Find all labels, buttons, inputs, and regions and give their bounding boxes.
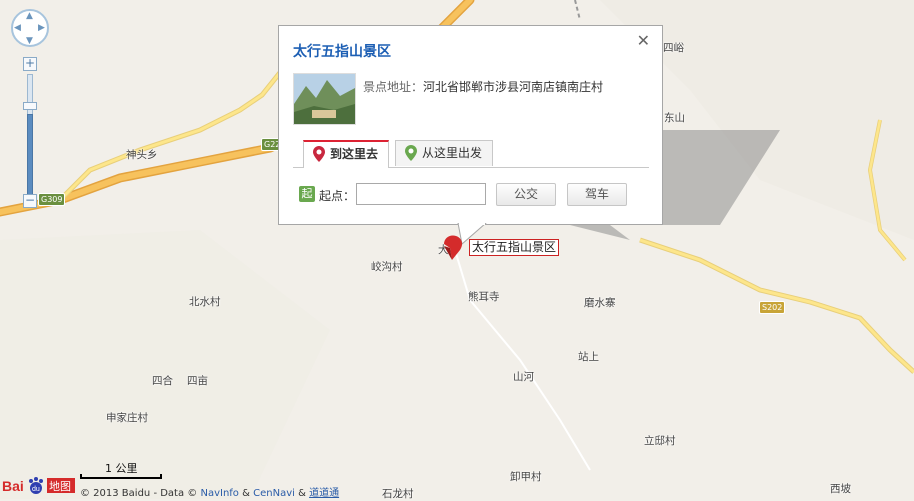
close-icon[interactable]: ✕ xyxy=(637,33,650,49)
place-label: 东山 xyxy=(664,112,685,124)
place-label: 峧沟村 xyxy=(371,261,403,273)
scale-bar: 1 公里 xyxy=(80,460,163,480)
copyright-notice: © 2013 Baidu - Data © NavInfo & CenNavi … xyxy=(80,484,339,499)
tab-depart-from-here[interactable]: 从这里出发 xyxy=(395,140,494,166)
svg-text:Bai: Bai xyxy=(2,478,24,494)
road-shield-g309: G309 xyxy=(38,193,66,206)
map-pin-icon xyxy=(405,145,417,161)
address-value: 河北省邯郸市涉县河南店镇南庄村 xyxy=(423,80,604,94)
place-label: 山河 xyxy=(513,371,534,383)
address-line: 景点地址：河北省邯郸市涉县河南店镇南庄村 xyxy=(363,78,603,95)
place-label: 立邸村 xyxy=(644,435,676,447)
tab-label: 从这里出发 xyxy=(422,146,483,160)
address-key: 景点地址： xyxy=(363,80,424,94)
svg-text:du: du xyxy=(32,486,40,493)
place-label: 卸甲村 xyxy=(510,471,542,483)
place-label: 四亩 xyxy=(187,375,208,387)
start-badge: 起 xyxy=(299,186,315,202)
place-label: 西坡 xyxy=(830,483,851,495)
zoom-slider-thumb[interactable] xyxy=(23,102,37,110)
scenic-photo xyxy=(293,73,356,125)
road-shield-s202: S202 xyxy=(759,301,786,314)
daodaotong-link[interactable]: 道道通 xyxy=(309,488,339,499)
zoom-out-button[interactable]: − xyxy=(23,194,37,208)
baidu-logo[interactable]: Bai du 地图 xyxy=(2,474,80,496)
pan-right-icon[interactable]: ▶ xyxy=(38,24,45,33)
tab-label: 到这里去 xyxy=(330,147,379,161)
navinfo-link[interactable]: NavInfo xyxy=(200,488,238,499)
amp: & xyxy=(242,488,250,499)
bus-button[interactable]: 公交 xyxy=(496,183,556,206)
amp: & xyxy=(298,488,306,499)
info-window: 太行五指山景区 ✕ 景点地址：河北省邯郸市涉县河南店镇南庄村 到这里去 从这里出… xyxy=(278,25,663,225)
place-label: 站上 xyxy=(578,351,599,363)
place-label: 申家庄村 xyxy=(106,412,148,424)
scale-line xyxy=(80,474,162,479)
zoom-in-button[interactable]: + xyxy=(23,57,37,71)
drive-button[interactable]: 驾车 xyxy=(567,183,627,206)
info-window-title: 太行五指山景区 xyxy=(293,44,391,60)
place-label: 四合 xyxy=(152,375,173,387)
marker-label[interactable]: 太行五指山景区 xyxy=(469,239,560,256)
pan-left-icon[interactable]: ◀ xyxy=(14,24,21,33)
start-label: 起点： xyxy=(319,189,356,203)
place-label: 四峪 xyxy=(663,42,684,54)
cennavi-link[interactable]: CenNavi xyxy=(253,488,295,499)
location-marker-icon[interactable] xyxy=(440,234,466,262)
tab-go-here[interactable]: 到这里去 xyxy=(303,140,390,168)
pan-up-icon[interactable]: ▲ xyxy=(26,12,33,21)
zoom-slider-fill xyxy=(27,114,33,196)
pan-control[interactable]: ▲ ▼ ◀ ▶ xyxy=(11,9,49,47)
pan-down-icon[interactable]: ▼ xyxy=(26,37,33,46)
baidu-logo-mark: Bai du 地图 xyxy=(2,477,75,494)
place-label: 磨水寨 xyxy=(584,297,616,309)
place-label: 熊耳寺 xyxy=(468,291,500,303)
route-tabs: 到这里去 从这里出发 xyxy=(293,140,649,168)
place-label: 北水村 xyxy=(189,296,221,308)
start-point-input[interactable] xyxy=(356,183,486,205)
copyright-text: © 2013 Baidu - Data © xyxy=(80,488,198,499)
svg-text:地图: 地图 xyxy=(49,480,71,493)
place-label: 神头乡 xyxy=(126,149,158,161)
map-pin-icon xyxy=(313,146,325,162)
